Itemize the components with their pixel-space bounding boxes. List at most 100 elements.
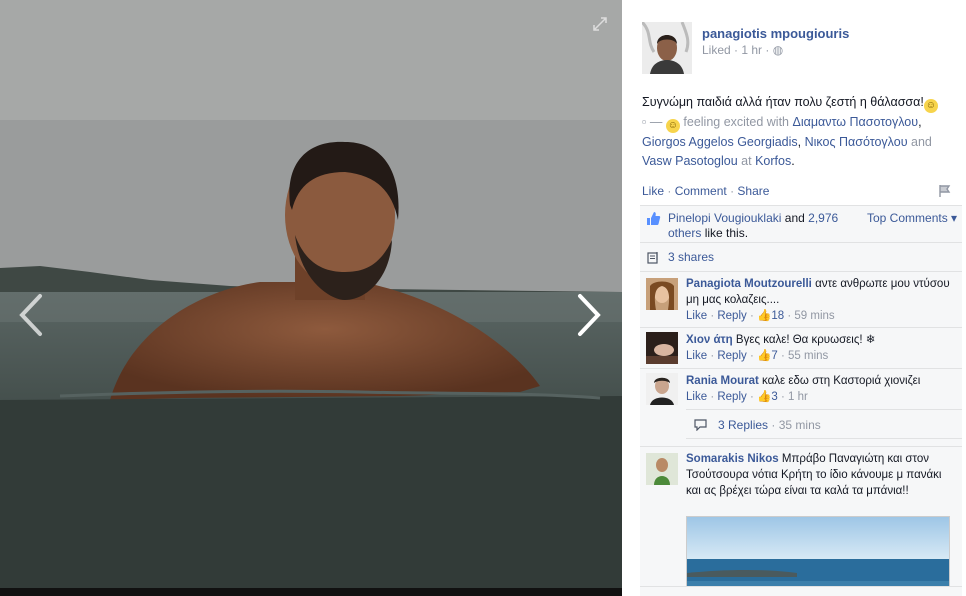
comment-reply-button[interactable]: Reply bbox=[717, 310, 746, 322]
write-comment-box[interactable] bbox=[640, 586, 962, 596]
meta-sep: · bbox=[710, 391, 715, 403]
meta-sep: · bbox=[749, 310, 754, 322]
post-meta: Liked · 1 hr · ◍ bbox=[702, 43, 783, 57]
author-name[interactable]: panagiotis mpougiouris bbox=[702, 26, 849, 41]
avatar[interactable] bbox=[646, 278, 678, 310]
chevron-right-icon[interactable] bbox=[570, 292, 606, 338]
comment-time[interactable]: 55 mins bbox=[788, 350, 828, 362]
expand-icon[interactable] bbox=[592, 16, 608, 32]
comment-meta: Like · Reply · 👍3 · 1 hr bbox=[686, 391, 808, 403]
and-word: and bbox=[911, 135, 932, 149]
flag-icon[interactable] bbox=[938, 184, 952, 198]
comment-text: καλε εδω στη Καστοριά χιονιζει bbox=[762, 375, 921, 387]
replies-row[interactable]: 3 Replies · 35 mins bbox=[686, 409, 962, 439]
comment-reply-button[interactable]: Reply bbox=[717, 350, 746, 362]
meta-sep: · bbox=[780, 391, 785, 403]
replies-link[interactable]: 3 Replies · 35 mins bbox=[718, 418, 821, 432]
comment-button[interactable]: Comment bbox=[675, 184, 727, 198]
comment-time[interactable]: 1 hr bbox=[788, 391, 808, 403]
comment-item: Χιον άτη Βγες καλε! Θα κρυωσεις! ❄ Like … bbox=[640, 328, 962, 369]
comment-meta: Like · Reply · 👍7 · 55 mins bbox=[686, 350, 828, 362]
shares-row: 3 shares bbox=[640, 243, 962, 272]
thumbs-up-icon: 👍 bbox=[757, 310, 772, 322]
reply-icon bbox=[694, 419, 707, 431]
comment-body: Somarakis Nikos Μπράβο Παναγιώτη και στο… bbox=[686, 451, 956, 499]
comment-like-button[interactable]: Like bbox=[686, 391, 707, 403]
at-word: at bbox=[741, 154, 752, 168]
post-header: panagiotis mpougiouris Liked · 1 hr · ◍ bbox=[642, 22, 962, 78]
shares-link[interactable]: 3 shares bbox=[668, 250, 714, 264]
tag-link[interactable]: Vasw Pasotoglou bbox=[642, 154, 738, 168]
punct: . bbox=[791, 154, 795, 168]
comment-reply-button[interactable]: Reply bbox=[717, 391, 746, 403]
chevron-left-icon[interactable] bbox=[14, 292, 50, 338]
meta-sep: · bbox=[710, 310, 715, 322]
likes-summary: Pinelopi Vougiouklaki and 2,976 others l… bbox=[640, 206, 962, 243]
share-button[interactable]: Share bbox=[737, 184, 769, 198]
comment-like-count[interactable]: 18 bbox=[771, 310, 784, 322]
photo bbox=[0, 0, 622, 588]
avatar[interactable] bbox=[646, 373, 678, 405]
meta-sep: · bbox=[710, 350, 715, 362]
avatar[interactable] bbox=[642, 22, 692, 74]
tag-link[interactable]: Giorgos Aggelos Georgiadis bbox=[642, 135, 798, 149]
comment-like-button[interactable]: Like bbox=[686, 310, 707, 322]
meta-sep: · bbox=[749, 350, 754, 362]
comment-like-count[interactable]: 7 bbox=[771, 350, 777, 362]
tag-link[interactable]: Νικος Πασότογλου bbox=[805, 135, 908, 149]
meta-sep: · bbox=[771, 418, 776, 432]
comments-panel: Pinelopi Vougiouklaki and 2,976 others l… bbox=[640, 205, 962, 596]
action-sep: · bbox=[730, 184, 735, 198]
comment-meta: Like · Reply · 👍18 · 59 mins bbox=[686, 310, 835, 322]
post-time[interactable]: 1 hr bbox=[741, 43, 762, 57]
replies-time: 35 mins bbox=[778, 418, 821, 432]
comment-time[interactable]: 59 mins bbox=[794, 310, 834, 322]
meta-sep: · bbox=[780, 350, 785, 362]
thumbs-up-icon bbox=[647, 212, 661, 225]
excited-emoji-icon: ☺ bbox=[665, 119, 680, 133]
commenter-name[interactable]: Somarakis Nikos bbox=[686, 453, 779, 465]
comment-body: Rania Mourat καλε εδω στη Καστοριά χιονι… bbox=[686, 373, 956, 405]
globe-icon: ◍ bbox=[772, 43, 784, 57]
like-button[interactable]: Like bbox=[642, 184, 664, 198]
viewer-bottom-bar bbox=[0, 588, 622, 596]
action-sep: · bbox=[667, 184, 672, 198]
punct: , bbox=[918, 115, 922, 129]
meta-sep: · bbox=[749, 391, 754, 403]
photo-viewer[interactable] bbox=[0, 0, 622, 588]
likes-text: Pinelopi Vougiouklaki and 2,976 others l… bbox=[668, 211, 858, 241]
tag-link[interactable]: Διαμαντω Πασοτογλου bbox=[793, 115, 919, 129]
comment-text: Βγες καλε! Θα κρυωσεις! ❄ bbox=[735, 334, 876, 346]
meta-sep: · bbox=[765, 43, 770, 57]
others-link[interactable]: others bbox=[668, 226, 701, 240]
comment-like-button[interactable]: Like bbox=[686, 350, 707, 362]
meta-sep: · bbox=[734, 43, 739, 57]
others-count-link[interactable]: 2,976 bbox=[808, 211, 838, 225]
post-text: Συγνώμη παιδιά αλλά ήταν πολυ ζεστή η θά… bbox=[642, 93, 964, 171]
punct: , bbox=[797, 135, 802, 149]
comment-like-count[interactable]: 3 bbox=[771, 391, 777, 403]
thumbs-up-icon: 👍 bbox=[757, 391, 772, 403]
comment-item: Panagiota Moutzourelli αντε ανθρωπε μου … bbox=[640, 272, 962, 328]
comment-item: Rania Mourat καλε εδω στη Καστοριά χιονι… bbox=[640, 369, 962, 409]
avatar[interactable] bbox=[646, 453, 678, 485]
commenter-name[interactable]: Rania Mourat bbox=[686, 375, 759, 387]
grin-emoji-icon: ☺ bbox=[923, 99, 938, 113]
liker-link[interactable]: Pinelopi Vougiouklaki bbox=[668, 211, 781, 225]
commenter-name[interactable]: Panagiota Moutzourelli bbox=[686, 278, 812, 290]
post-message: Συγνώμη παιδιά αλλά ήταν πολυ ζεστή η θά… bbox=[642, 95, 924, 109]
likes-suffix: like this. bbox=[704, 226, 749, 240]
share-icon bbox=[647, 252, 658, 264]
feeling-dash: — bbox=[649, 115, 663, 129]
comment-body: Panagiota Moutzourelli αντε ανθρωπε μου … bbox=[686, 276, 956, 324]
avatar[interactable] bbox=[646, 332, 678, 364]
side-panel: panagiotis mpougiouris Liked · 1 hr · ◍ … bbox=[622, 0, 966, 596]
top-comments-dropdown[interactable]: Top Comments ▾ bbox=[867, 211, 957, 225]
comment-attachment-photo[interactable] bbox=[686, 516, 950, 596]
liked-label: Liked bbox=[702, 43, 731, 57]
replies-count[interactable]: 3 Replies bbox=[718, 418, 768, 432]
place-link[interactable]: Korfos bbox=[755, 154, 791, 168]
meta-sep: · bbox=[787, 310, 792, 322]
post-actions: Like · Comment · Share bbox=[642, 184, 769, 198]
commenter-name[interactable]: Χιον άτη bbox=[686, 334, 733, 346]
